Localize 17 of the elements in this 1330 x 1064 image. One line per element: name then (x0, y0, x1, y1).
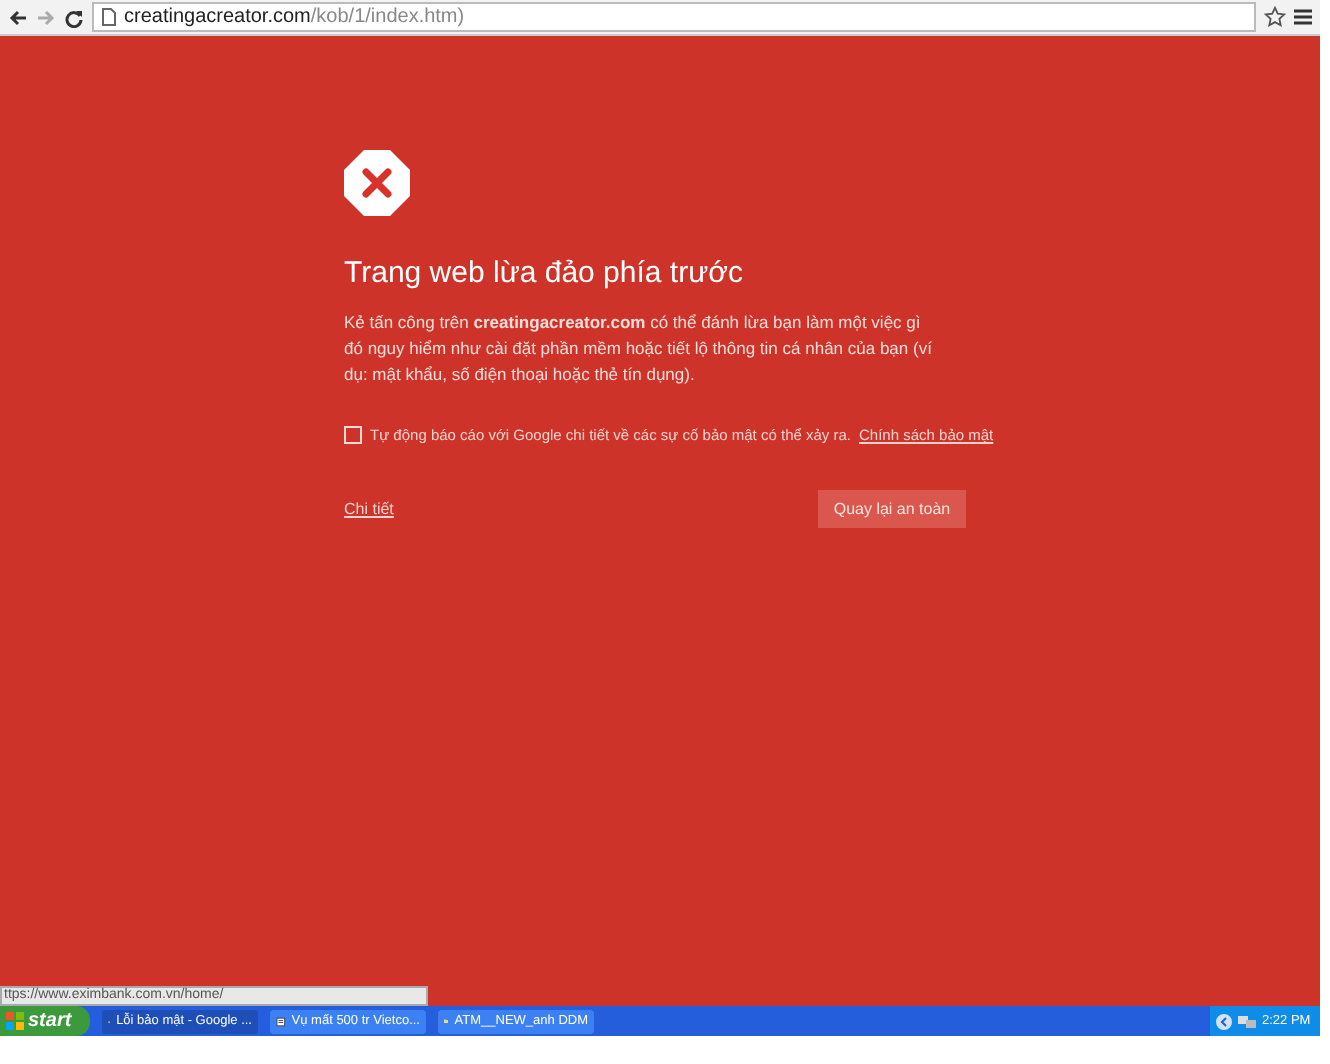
back-to-safety-button[interactable]: Quay lại an toàn (818, 490, 966, 528)
star-icon[interactable] (1264, 6, 1286, 28)
page-icon (102, 8, 116, 26)
menu-icon[interactable] (1294, 8, 1312, 26)
network-icon[interactable] (1238, 1013, 1256, 1029)
url-text: creatingacreator.com/kob/1/index.htm) (124, 7, 465, 27)
details-link[interactable]: Chi tiết (344, 497, 394, 521)
back-icon[interactable] (8, 7, 28, 27)
start-button[interactable]: start (0, 1006, 90, 1036)
report-checkbox[interactable] (344, 425, 362, 444)
windows-logo-icon (6, 1012, 24, 1030)
chevron-icon[interactable] (1216, 1013, 1232, 1029)
warning-message: Kẻ tấn công trên creatingacreator.com có thể đánh lừa bạn làm một việc gì đó nguy hiểm như cài đặt phần mềm hoặc tiết lộ thông tin cá nhân của bạn (ví dụ: mật khẩu, số điện thoại hoặc thẻ tín dụng). (344, 309, 934, 388)
error-icon (344, 150, 410, 216)
address-bar[interactable]: creatingacreator.com/kob/1/index.htm) (92, 2, 1256, 32)
warning-title: Trang web lừa đảo phía trước (344, 256, 745, 294)
reload-icon[interactable] (64, 7, 84, 27)
